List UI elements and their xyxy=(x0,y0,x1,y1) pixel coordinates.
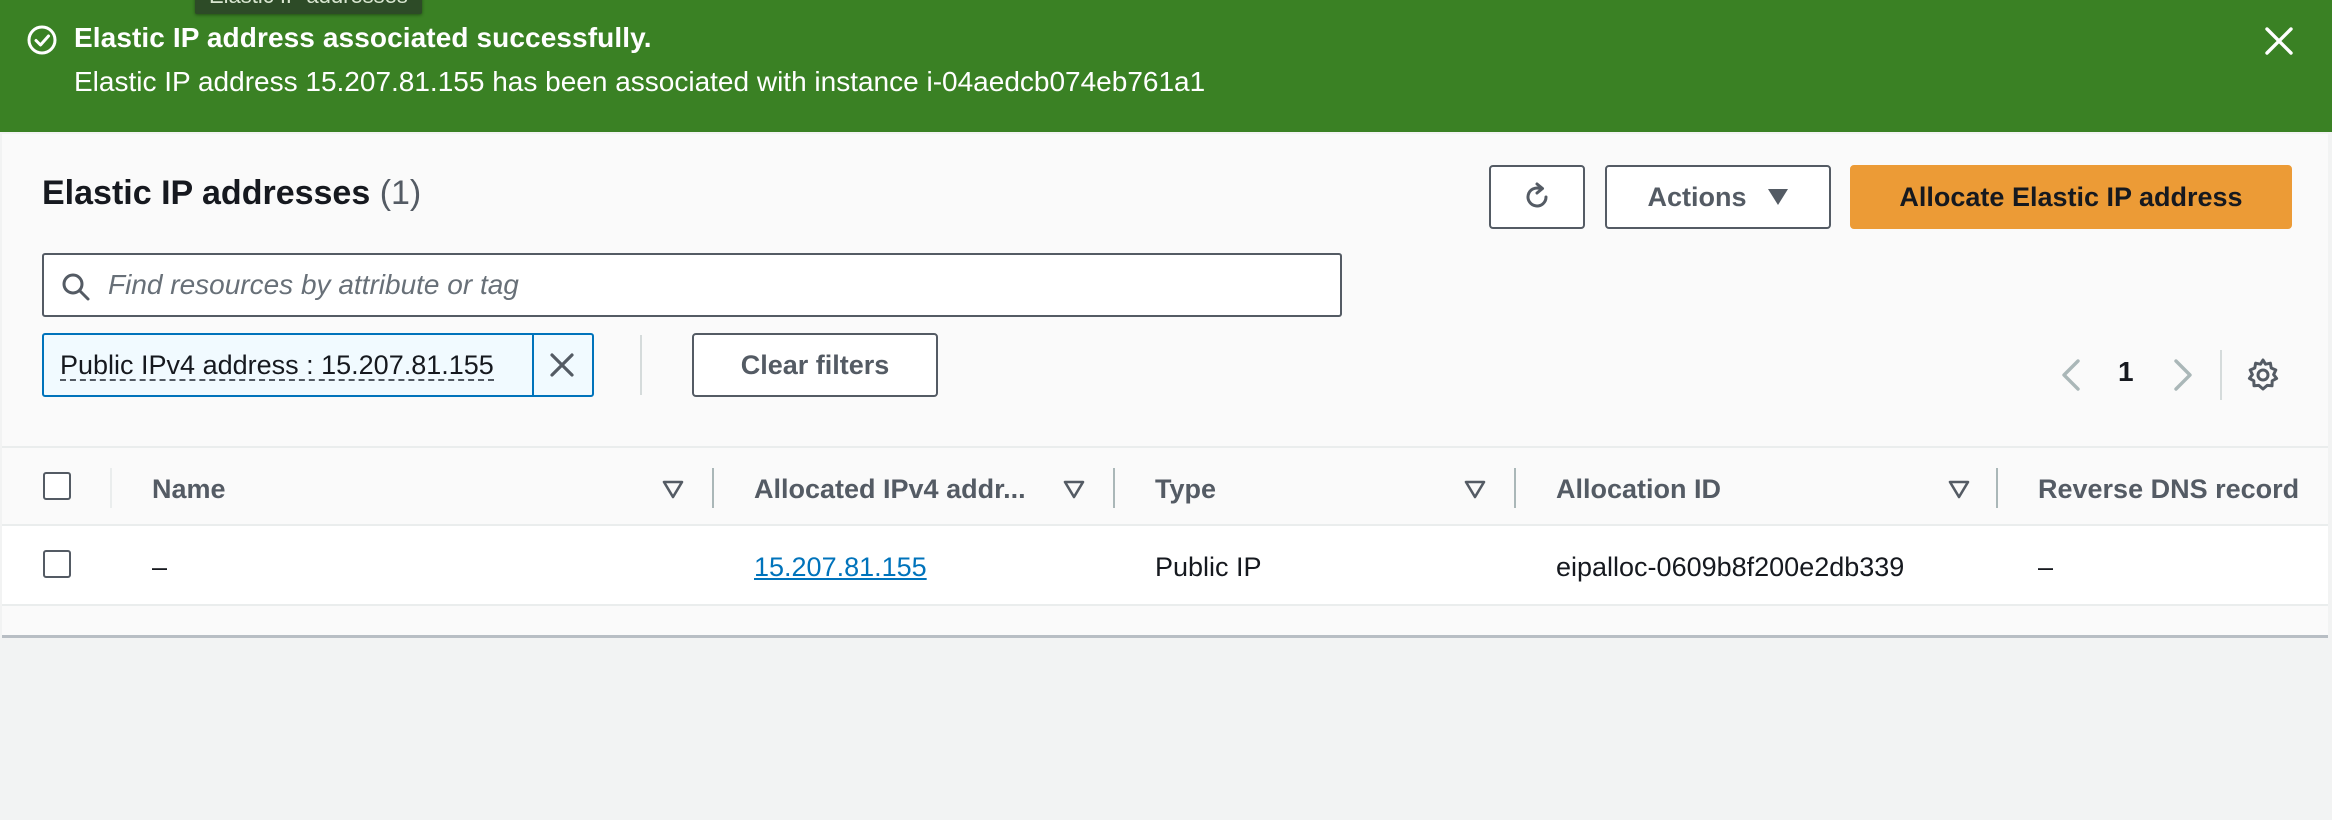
item-count: (1) xyxy=(379,174,422,212)
page-title-text: Elastic IP addresses xyxy=(42,174,371,212)
flash-message: Elastic IP address 15.207.81.155 has bee… xyxy=(74,66,1206,97)
sort-icon[interactable] xyxy=(662,478,684,500)
table-row[interactable]: – 15.207.81.155 Public IP eipalloc-0609b… xyxy=(2,526,2328,606)
row-checkbox[interactable] xyxy=(43,550,71,578)
column-divider[interactable] xyxy=(1113,468,1115,508)
page-title: Elastic IP addresses (1) xyxy=(42,174,421,213)
cell-name: – xyxy=(152,552,168,582)
column-divider[interactable] xyxy=(712,468,714,508)
cell-reverse-dns: – xyxy=(2038,552,2054,582)
table-header-row: Name Allocated IPv4 addr... Type Allocat… xyxy=(2,446,2328,526)
search-icon xyxy=(62,273,90,301)
filter-token-label[interactable]: Public IPv4 address : 15.207.81.155 xyxy=(60,351,494,381)
cell-ipv4-link[interactable]: 15.207.81.155 xyxy=(754,552,927,583)
actions-button[interactable]: Actions xyxy=(1605,165,1831,229)
filter-divider xyxy=(640,335,642,395)
success-check-icon xyxy=(27,25,57,55)
search-field[interactable] xyxy=(42,253,1342,317)
success-flash-banner: Elastic IP address associated successful… xyxy=(0,0,2332,132)
sort-icon[interactable] xyxy=(1464,478,1486,500)
flash-title: Elastic IP address associated successful… xyxy=(74,22,652,53)
filter-token-separator xyxy=(532,335,534,395)
column-header-name[interactable]: Name xyxy=(152,474,226,505)
select-all-checkbox[interactable] xyxy=(43,472,71,500)
sort-icon[interactable] xyxy=(1063,478,1085,500)
elastic-ip-table-panel: Elastic IP addresses (1) Actions Allocat… xyxy=(2,134,2328,638)
remove-filter-icon[interactable] xyxy=(544,347,580,383)
column-divider[interactable] xyxy=(1514,468,1516,508)
column-header-type[interactable]: Type xyxy=(1155,474,1216,505)
sort-icon[interactable] xyxy=(1948,478,1970,500)
column-header-allocation-id[interactable]: Allocation ID xyxy=(1556,474,1721,505)
column-divider[interactable] xyxy=(1996,468,1998,508)
column-header-reverse-dns[interactable]: Reverse DNS record xyxy=(2038,474,2299,505)
filter-token[interactable]: Public IPv4 address : 15.207.81.155 xyxy=(42,333,594,397)
chevron-right-icon[interactable] xyxy=(2170,355,2198,395)
clear-filters-button[interactable]: Clear filters xyxy=(692,333,938,397)
cell-allocation-id: eipalloc-0609b8f200e2db339 xyxy=(1556,552,1905,582)
cell-type: Public IP xyxy=(1155,552,1262,582)
page: Elastic IP address associated successful… xyxy=(0,0,2332,820)
close-icon[interactable] xyxy=(2262,24,2296,58)
column-header-ipv4[interactable]: Allocated IPv4 addr... xyxy=(754,474,1026,505)
caret-down-icon xyxy=(1767,189,1788,205)
gear-icon[interactable] xyxy=(2244,356,2282,394)
current-page-number[interactable]: 1 xyxy=(2118,356,2134,388)
allocate-elastic-ip-button[interactable]: Allocate Elastic IP address xyxy=(1850,165,2292,229)
search-input[interactable] xyxy=(108,255,1328,315)
chevron-left-icon[interactable] xyxy=(2056,355,2084,395)
actions-label: Actions xyxy=(1647,181,1747,212)
refresh-button[interactable] xyxy=(1489,165,1585,229)
pagination-divider xyxy=(2220,350,2222,400)
tooltip: Elastic IP addresses xyxy=(195,0,422,14)
refresh-icon xyxy=(1526,182,1548,208)
column-divider xyxy=(110,468,112,508)
